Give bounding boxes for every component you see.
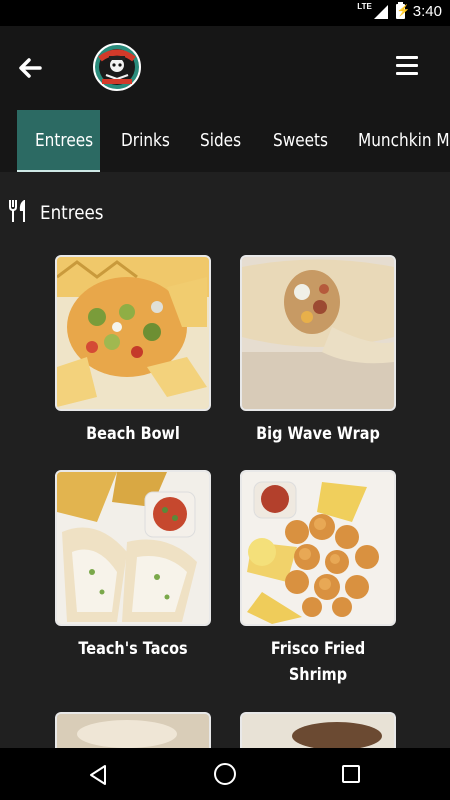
circle-home-icon[interactable] <box>214 763 236 785</box>
item-name: Frisco Fried Shrimp <box>270 639 366 685</box>
tab-sweets[interactable]: Sweets <box>273 110 328 172</box>
app-bar <box>0 26 450 110</box>
menu-item-beach-bowl[interactable]: Beach Bowl <box>55 255 211 447</box>
menu-item-big-wave-wrap[interactable]: Big Wave Wrap <box>240 255 396 447</box>
clock: 3:40 <box>412 3 442 20</box>
fork-knife-icon <box>8 199 28 228</box>
item-name: Teach's Tacos <box>78 639 188 659</box>
restaurant-logo-icon[interactable] <box>92 41 142 93</box>
big-wave-wrap-image <box>240 255 396 411</box>
menu-item-partial[interactable] <box>240 712 396 748</box>
signal-icon <box>373 4 388 19</box>
tab-entrees[interactable]: Entrees <box>17 110 100 172</box>
square-recents-icon[interactable] <box>342 765 360 783</box>
hamburger-menu-icon[interactable] <box>396 56 418 76</box>
arrow-left-icon[interactable] <box>16 54 44 82</box>
network-type: LTE <box>357 2 372 11</box>
item-image <box>55 712 211 748</box>
tab-label: Entrees <box>35 130 94 151</box>
beach-bowl-image <box>55 255 211 411</box>
menu-item-partial[interactable] <box>55 712 211 748</box>
system-nav-bar <box>0 748 450 800</box>
category-tabs: Entrees Drinks Sides Sweets Munchkin Men… <box>0 110 450 172</box>
section-header: Entrees <box>8 198 112 228</box>
tab-sides[interactable]: Sides <box>200 110 241 172</box>
menu-item-teachs-tacos[interactable]: Teach's Tacos <box>55 470 211 662</box>
item-name: Beach Bowl <box>86 424 180 444</box>
tab-drinks[interactable]: Drinks <box>121 110 170 172</box>
triangle-back-icon[interactable] <box>88 764 108 791</box>
battery-icon: ⚡ <box>395 2 411 19</box>
status-bar: LTE ⚡ 3:40 <box>0 0 450 26</box>
menu-item-frisco-fried-shrimp[interactable]: Frisco Fried Shrimp <box>240 470 396 688</box>
item-image <box>240 712 396 748</box>
section-title: Entrees <box>40 202 104 224</box>
item-name: Big Wave Wrap <box>256 424 380 444</box>
teachs-tacos-image <box>55 470 211 626</box>
tab-munchkin-menu[interactable]: Munchkin Menu <box>358 110 450 172</box>
frisco-fried-shrimp-image <box>240 470 396 626</box>
